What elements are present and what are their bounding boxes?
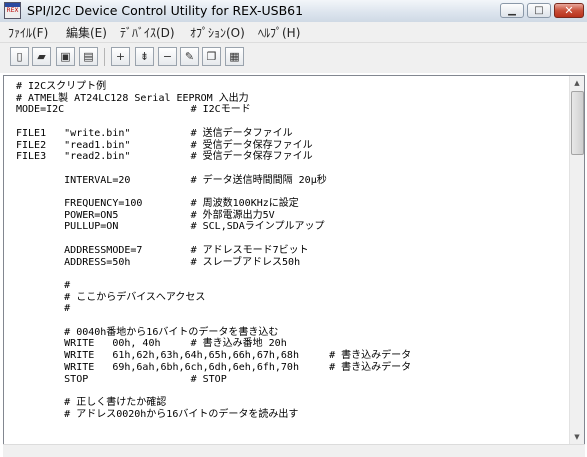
script-text: # I2Cスクリプト例 # ATMEL製 AT24LC128 Serial EEP… <box>16 81 411 420</box>
scroll-up-icon[interactable]: ▲ <box>570 76 584 90</box>
remove-icon: − <box>162 50 173 63</box>
script-line: ADDRESSMODE=7 # アドレスモード7ビット <box>16 244 309 256</box>
scroll-thumb[interactable] <box>571 91 584 155</box>
add-icon: + <box>115 50 126 63</box>
script-line: FILE2 "read1.bin" # 受信データ保存ファイル <box>16 139 313 151</box>
save-icon: ▣ <box>60 50 71 63</box>
script-line <box>16 186 411 198</box>
new-file-button[interactable]: ▯ <box>10 47 29 66</box>
script-line: MODE=I2C # I2Cモード <box>16 104 251 116</box>
script-line: POWER=ON5 # 外部電源出力5V <box>16 209 275 221</box>
script-line: # 0040h番地から16バイトのデータを書き込む <box>16 326 279 338</box>
script-line: ADDRESS=50h # スレーブアドレス50h <box>16 256 301 268</box>
script-line: # 正しく書けたか確認 <box>16 396 167 408</box>
close-button[interactable]: ✕ <box>554 3 584 18</box>
menu-file[interactable]: ﾌｧｲﾙ(F) <box>8 24 48 41</box>
script-line <box>16 163 411 175</box>
script-line: # <box>16 279 71 291</box>
script-line: WRITE 69h,6ah,6bh,6ch,6dh,6eh,6fh,70h # … <box>16 361 412 373</box>
copy-button[interactable]: ❐ <box>202 47 221 66</box>
script-line: FILE3 "read2.bin" # 受信データ保存ファイル <box>16 151 313 163</box>
script-line: FREQUENCY=100 # 周波数100KHzに設定 <box>16 198 299 210</box>
script-line <box>16 233 411 245</box>
menu-options[interactable]: ｵﾌﾟｼｮﾝ(O) <box>190 24 245 41</box>
insert-button[interactable]: ⇟ <box>135 47 154 66</box>
menu-device[interactable]: ﾃﾞﾊﾞｲｽ(D) <box>120 24 175 41</box>
horizontal-scrollbar[interactable] <box>3 444 585 457</box>
minimize-button[interactable]: ▁ <box>500 3 524 18</box>
script-editor[interactable]: # I2Cスクリプト例 # ATMEL製 AT24LC128 Serial EEP… <box>3 75 585 445</box>
script-line: WRITE 61h,62h,63h,64h,65h,66h,67h,68h # … <box>16 350 412 362</box>
insert-icon: ⇟ <box>139 50 150 63</box>
add-button[interactable]: + <box>111 47 130 66</box>
script-line: WRITE 00h, 40h # 書き込み番地 20h <box>16 338 287 350</box>
title-bar: REX SPI/I2C Device Control Utility for R… <box>0 0 587 23</box>
open-folder-icon: ▰ <box>37 50 46 63</box>
script-line: INTERVAL=20 # データ送信時間間隔 20μ秒 <box>16 174 327 186</box>
paste-button[interactable]: ▦ <box>225 47 244 66</box>
script-line: # I2Cスクリプト例 <box>16 81 107 92</box>
copy-icon: ❐ <box>206 50 217 63</box>
new-file-icon: ▯ <box>16 50 23 63</box>
paste-icon: ▦ <box>229 50 240 63</box>
menu-bar: ﾌｧｲﾙ(F) 編集(E) ﾃﾞﾊﾞｲｽ(D) ｵﾌﾟｼｮﾝ(O) ﾍﾙﾌﾟ(H… <box>0 22 587 43</box>
vertical-scrollbar[interactable]: ▲ ▼ <box>569 76 584 444</box>
save-as-icon: ▤ <box>83 50 94 63</box>
edit-icon: ✎ <box>184 50 195 63</box>
toolbar-separator <box>104 48 105 66</box>
maximize-button[interactable]: □ <box>527 3 551 18</box>
script-line: # <box>16 303 71 315</box>
script-line: # ATMEL製 AT24LC128 Serial EEPROM 入出力 <box>16 92 249 104</box>
scroll-down-icon[interactable]: ▼ <box>570 430 584 444</box>
script-line: PULLUP=ON # SCL,SDAラインプルアップ <box>16 221 325 233</box>
script-line: # ここからデバイスへアクセス <box>16 291 206 303</box>
window-title: SPI/I2C Device Control Utility for REX-U… <box>27 3 304 18</box>
save-as-button[interactable]: ▤ <box>79 47 98 66</box>
script-line <box>16 385 411 397</box>
script-line: FILE1 "write.bin" # 送信データファイル <box>16 127 293 139</box>
script-line: # アドレス0020hから16バイトのデータを読み出す <box>16 408 299 420</box>
save-button[interactable]: ▣ <box>56 47 75 66</box>
close-icon: ✕ <box>564 4 574 17</box>
minimize-icon: ▁ <box>508 5 516 16</box>
script-line <box>16 315 411 327</box>
edit-button[interactable]: ✎ <box>180 47 199 66</box>
remove-button[interactable]: − <box>158 47 177 66</box>
rex-app-icon[interactable]: REX <box>4 2 21 19</box>
script-line: STOP # STOP <box>16 373 227 385</box>
script-line <box>16 268 411 280</box>
open-button[interactable]: ▰ <box>32 47 51 66</box>
menu-edit[interactable]: 編集(E) <box>66 24 107 41</box>
toolbar: ▯ ▰ ▣ ▤ + ⇟ − ✎ ❐ ▦ <box>0 43 587 73</box>
menu-help[interactable]: ﾍﾙﾌﾟ(H) <box>258 24 300 41</box>
maximize-icon: □ <box>534 5 544 16</box>
script-line <box>16 116 411 128</box>
